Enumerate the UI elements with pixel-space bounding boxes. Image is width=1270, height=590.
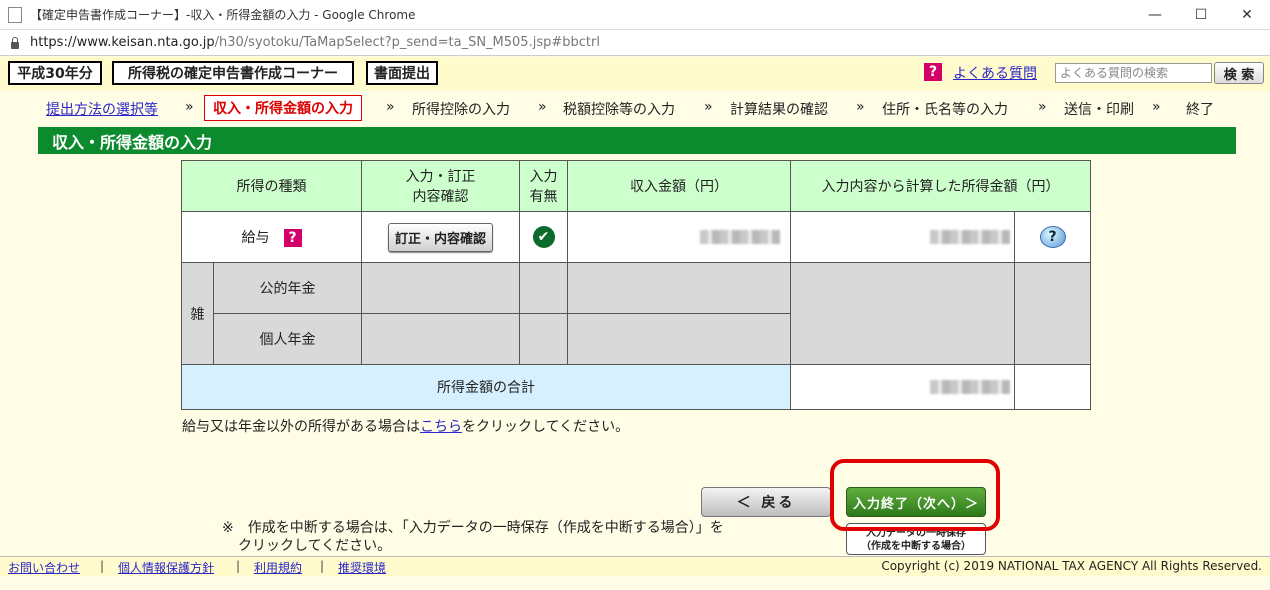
window-controls: — ☐ ✕	[1132, 0, 1270, 30]
help-bubble-icon[interactable]: ?	[1039, 226, 1066, 248]
back-button[interactable]: ＜ 戻る	[701, 487, 831, 517]
note-before: 給与又は年金以外の所得がある場合は	[182, 419, 420, 435]
checkmark-icon: ✔	[532, 226, 555, 248]
total-income-cell	[790, 364, 1015, 410]
lock-icon	[10, 36, 20, 49]
header-input-status: 入力 有無	[519, 160, 568, 212]
url-host: https://www.keisan.nta.go.jp	[30, 35, 215, 50]
correct-confirm-button[interactable]: 訂正・内容確認	[387, 222, 493, 252]
salary-cell: 給与?	[181, 211, 362, 263]
salary-income-cell	[790, 211, 1015, 263]
url-text[interactable]: https://www.keisan.nta.go.jp/h30/syotoku…	[30, 35, 600, 50]
step-tax-credit-input: 税額控除等の入力	[563, 102, 675, 118]
header-edit-line2: 内容確認	[412, 189, 469, 205]
interrupt-line2: クリックしてください。	[238, 538, 392, 554]
salary-input-status-cell: ✔	[519, 211, 568, 263]
step-address-input: 住所・氏名等の入力	[882, 102, 1008, 118]
private-pension-status-cell	[519, 313, 568, 365]
interrupt-note: ※ 作成を中断する場合は、「入力データの一時保存（作成を中断する場合）」を クリ…	[222, 519, 724, 555]
table-row-total: 所得金額の合計	[181, 364, 1091, 410]
step-separator: »	[185, 99, 194, 115]
public-pension-label: 公的年金	[213, 262, 362, 314]
public-pension-status-cell	[519, 262, 568, 314]
redacted-value	[700, 230, 780, 244]
other-income-note: 給与又は年金以外の所得がある場合はこちらをクリックしてください。	[182, 416, 629, 436]
faq-link[interactable]: よくある質問	[953, 63, 1037, 83]
step-navigation: 提出方法の選択等 » 収入・所得金額の入力 » 所得控除の入力 » 税額控除等の…	[0, 95, 1270, 121]
header-income-amount: 入力内容から計算した所得金額（円）	[790, 160, 1091, 212]
header-revenue-amount: 収入金額（円）	[567, 160, 791, 212]
step-result-check: 計算結果の確認	[730, 102, 828, 118]
maximize-icon[interactable]: ☐	[1178, 0, 1224, 30]
faq-search-button[interactable]: 検 索	[1214, 62, 1264, 84]
page-icon	[8, 6, 22, 23]
section-title: 収入・所得金額の入力	[38, 127, 1236, 154]
header-edit-confirm: 入力・訂正 内容確認	[361, 160, 520, 212]
private-pension-revenue-cell	[567, 313, 791, 365]
salary-edit-cell: 訂正・内容確認	[361, 211, 520, 263]
footer-env-link[interactable]: 推奨環境	[338, 559, 386, 576]
total-empty-cell	[1014, 364, 1091, 410]
minimize-icon[interactable]: —	[1132, 0, 1178, 30]
footer-terms-link[interactable]: 利用規約	[254, 559, 302, 576]
step-separator: »	[704, 99, 713, 115]
footer-privacy-link[interactable]: 個人情報保護方針	[118, 559, 214, 576]
header-input-line1: 入力	[529, 169, 558, 185]
misc-help-cell	[1014, 262, 1091, 365]
private-pension-edit-cell	[361, 313, 520, 365]
interrupt-line1: ※ 作成を中断する場合は、「入力データの一時保存（作成を中断する場合）」を	[222, 520, 724, 536]
step-submission-method[interactable]: 提出方法の選択等	[46, 99, 158, 119]
salary-help-icon[interactable]: ?	[283, 229, 302, 247]
redacted-value	[930, 380, 1010, 394]
site-header: 平成30年分 所得税の確定申告書作成コーナー 書面提出 ? よくある質問 検 索	[0, 57, 1270, 91]
faq-search-input[interactable]	[1055, 63, 1212, 83]
public-pension-edit-cell	[361, 262, 520, 314]
note-after: をクリックしてください。	[462, 419, 630, 435]
browser-titlebar: 【確定申告書作成コーナー】-収入・所得金額の入力 - Google Chrome…	[0, 0, 1270, 30]
step-separator: »	[538, 99, 547, 115]
step-income-input: 収入・所得金額の入力	[204, 95, 362, 121]
table-row-salary: 給与? 訂正・内容確認 ✔ ?	[181, 211, 1091, 263]
step-deduction-input: 所得控除の入力	[412, 102, 510, 118]
step-separator: »	[1152, 99, 1161, 115]
footer-contact-link[interactable]: お問い合わせ	[8, 559, 80, 576]
public-pension-revenue-cell	[567, 262, 791, 314]
misc-income-amount-cell	[790, 262, 1015, 365]
income-table: 所得の種類 入力・訂正内容確認 入力有無 収入金額（円） 入力内容から計算した所…	[181, 160, 1091, 410]
corner-title: 所得税の確定申告書作成コーナー	[112, 61, 354, 85]
footer-separator: |	[320, 559, 325, 573]
footer: お問い合わせ | 個人情報保護方針 | 利用規約 | 推奨環境 Copyrigh…	[0, 556, 1270, 576]
submission-mode: 書面提出	[366, 61, 438, 85]
footer-separator: |	[100, 559, 105, 573]
step-separator: »	[856, 99, 865, 115]
header-input-line2: 有無	[529, 189, 558, 205]
header-edit-line1: 入力・訂正	[405, 169, 476, 185]
salary-help-cell: ?	[1014, 211, 1091, 263]
url-path: /h30/syotoku/TaMapSelect?p_send=ta_SN_M5…	[214, 35, 600, 50]
tax-year-label: 平成30年分	[8, 61, 102, 85]
step-send-print: 送信・印刷	[1064, 102, 1134, 118]
address-bar[interactable]: https://www.keisan.nta.go.jp/h30/syotoku…	[0, 30, 1270, 56]
salary-revenue-cell	[567, 211, 791, 263]
table-row-public-pension: 雑 公的年金	[181, 262, 1091, 365]
step-separator: »	[1038, 99, 1047, 115]
total-income-label: 所得金額の合計	[181, 364, 791, 410]
copyright: Copyright (c) 2019 NATIONAL TAX AGENCY A…	[881, 559, 1262, 573]
window-title: 【確定申告書作成コーナー】-収入・所得金額の入力 - Google Chrome	[30, 8, 416, 22]
close-icon[interactable]: ✕	[1224, 0, 1270, 30]
step-separator: »	[386, 99, 395, 115]
redacted-value	[930, 230, 1010, 244]
red-highlight-annotation	[830, 459, 1000, 531]
step-finish: 終了	[1186, 102, 1214, 118]
footer-separator: |	[236, 559, 241, 573]
save-line2: （作成を中断する場合）	[861, 541, 971, 552]
other-income-link[interactable]: こちら	[420, 419, 462, 435]
salary-label: 給与	[241, 230, 270, 246]
header-income-type: 所得の種類	[181, 160, 362, 212]
faq-help-icon[interactable]: ?	[924, 63, 942, 81]
private-pension-label: 個人年金	[213, 313, 362, 365]
misc-income-label: 雑	[181, 262, 214, 365]
